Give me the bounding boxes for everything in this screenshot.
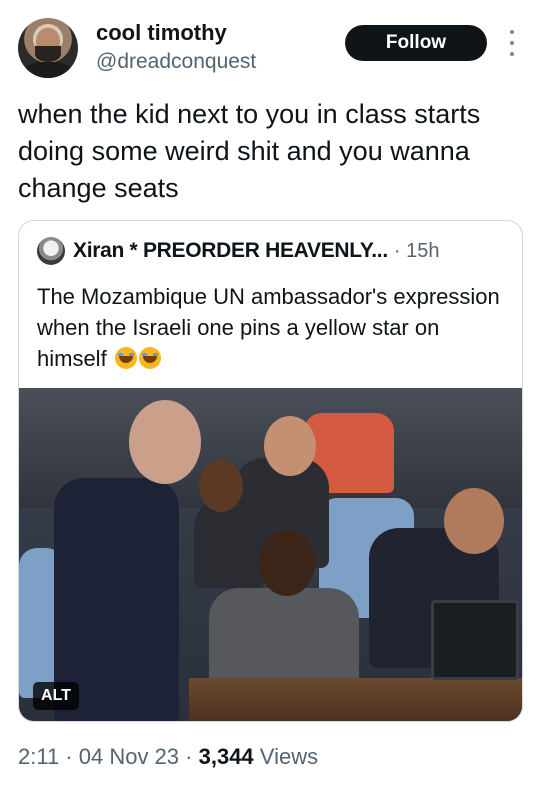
author-avatar[interactable] <box>18 18 78 78</box>
avatar-shirt <box>24 62 72 78</box>
quoted-tweet-card[interactable]: Xiran * PREORDER HEAVENLY... · 15h The M… <box>18 220 523 722</box>
quote-author-avatar[interactable] <box>37 237 65 265</box>
tweet-date[interactable]: 04 Nov 23 <box>79 744 179 769</box>
follow-button[interactable]: Follow <box>345 25 487 61</box>
author-handle[interactable]: @dreadconquest <box>96 50 256 74</box>
views-count[interactable]: 3,344 <box>199 744 254 769</box>
author-display-name[interactable]: cool timothy <box>96 20 227 46</box>
quote-age: · 15h <box>393 239 440 262</box>
tweet-header: cool timothy @dreadconquest Follow <box>18 18 522 82</box>
views-label: Views <box>259 744 319 769</box>
avatar-beard <box>35 46 61 62</box>
crying-face-emoji-icon <box>114 347 137 369</box>
more-options-icon[interactable] <box>506 30 518 56</box>
crying-face-emoji-icon <box>138 347 161 369</box>
quote-age-value: 15h <box>406 239 440 262</box>
quote-header: Xiran * PREORDER HEAVENLY... · 15h <box>37 237 439 265</box>
quote-photo[interactable]: ALT <box>19 388 522 721</box>
photo-monitor <box>431 600 519 680</box>
quote-text: The Mozambique UN ambassador's expressio… <box>37 281 507 374</box>
quote-author-name[interactable]: Xiran * PREORDER HEAVENLY... <box>73 239 388 263</box>
photo-desk <box>189 678 522 721</box>
tweet-timestamp: 2:11 · 04 Nov 23 · 3,344 Views <box>18 744 319 769</box>
alt-text-badge[interactable]: ALT <box>33 682 79 710</box>
tweet-time[interactable]: 2:11 <box>18 744 59 769</box>
tweet-text: when the kid next to you in class starts… <box>18 99 481 203</box>
quote-text-body: The Mozambique UN ambassador's expressio… <box>37 284 500 371</box>
